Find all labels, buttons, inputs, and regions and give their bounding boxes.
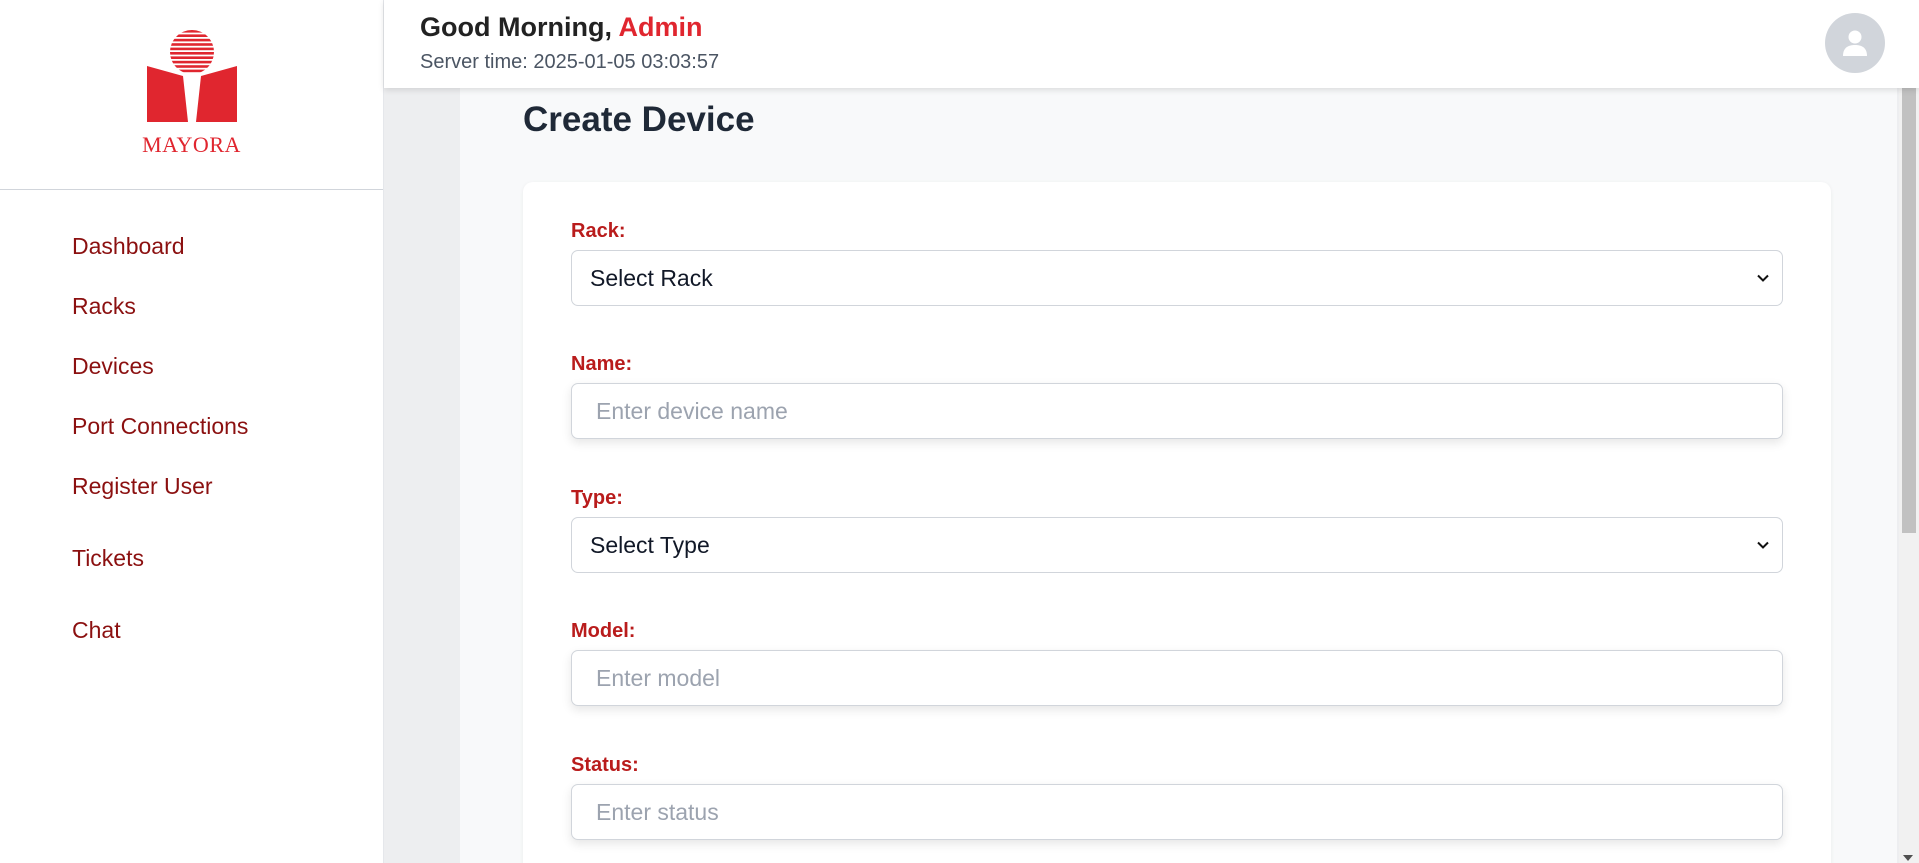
page-scrollbar[interactable] [1899,88,1919,863]
status-field: Status: [571,754,1783,840]
status-label: Status: [571,754,639,776]
status-input[interactable] [571,784,1783,840]
name-input[interactable] [571,383,1783,439]
name-field: Name: [571,353,1783,439]
sidebar-item-dashboard[interactable]: Dashboard [0,230,383,290]
type-label: Type: [571,487,623,509]
greeting-text: Good Morning, [420,12,612,42]
rack-select-value: Select Rack [590,264,713,291]
create-device-form: Rack: Select Rack Name: Type: Select Typ… [523,182,1831,863]
sidebar: MAYORA Dashboard Racks Devices Port Conn… [0,0,384,863]
user-avatar-button[interactable] [1825,13,1885,73]
mayora-logo-icon [146,29,237,122]
type-field: Type: Select Type [571,487,1783,573]
sidebar-item-register-user[interactable]: Register User [0,470,383,542]
user-avatar-icon [1843,30,1867,56]
sidebar-item-chat[interactable]: Chat [0,614,383,674]
scroll-down-arrow-icon[interactable] [1903,855,1913,861]
type-select-value: Select Type [590,531,710,558]
top-header: Good Morning, Admin Server time: 2025-01… [384,0,1919,88]
sidebar-item-racks[interactable]: Racks [0,290,383,350]
rack-field: Rack: Select Rack [571,220,1783,306]
rack-select[interactable]: Select Rack [571,250,1783,306]
model-label: Model: [571,620,636,642]
chevron-down-icon [1757,274,1769,282]
chevron-down-icon [1757,541,1769,549]
greeting-username: Admin [618,12,703,42]
type-select[interactable]: Select Type [571,517,1783,573]
sidebar-item-devices[interactable]: Devices [0,350,383,410]
name-label: Name: [571,353,633,375]
logo-wordmark: MAYORA [142,131,241,157]
server-time: Server time: 2025-01-05 03:03:57 [420,51,720,73]
greeting: Good Morning, Admin [420,12,702,43]
scrollbar-thumb[interactable] [1902,88,1916,533]
sidebar-nav: Dashboard Racks Devices Port Connections… [0,190,383,674]
logo-area: MAYORA [0,0,383,190]
page-title: Create Device [523,100,755,139]
mayora-logo[interactable]: MAYORA [132,29,252,160]
model-field: Model: [571,620,1783,706]
sidebar-item-tickets[interactable]: Tickets [0,542,383,614]
model-input[interactable] [571,650,1783,706]
sidebar-item-port-connections[interactable]: Port Connections [0,410,383,470]
rack-label: Rack: [571,220,626,242]
